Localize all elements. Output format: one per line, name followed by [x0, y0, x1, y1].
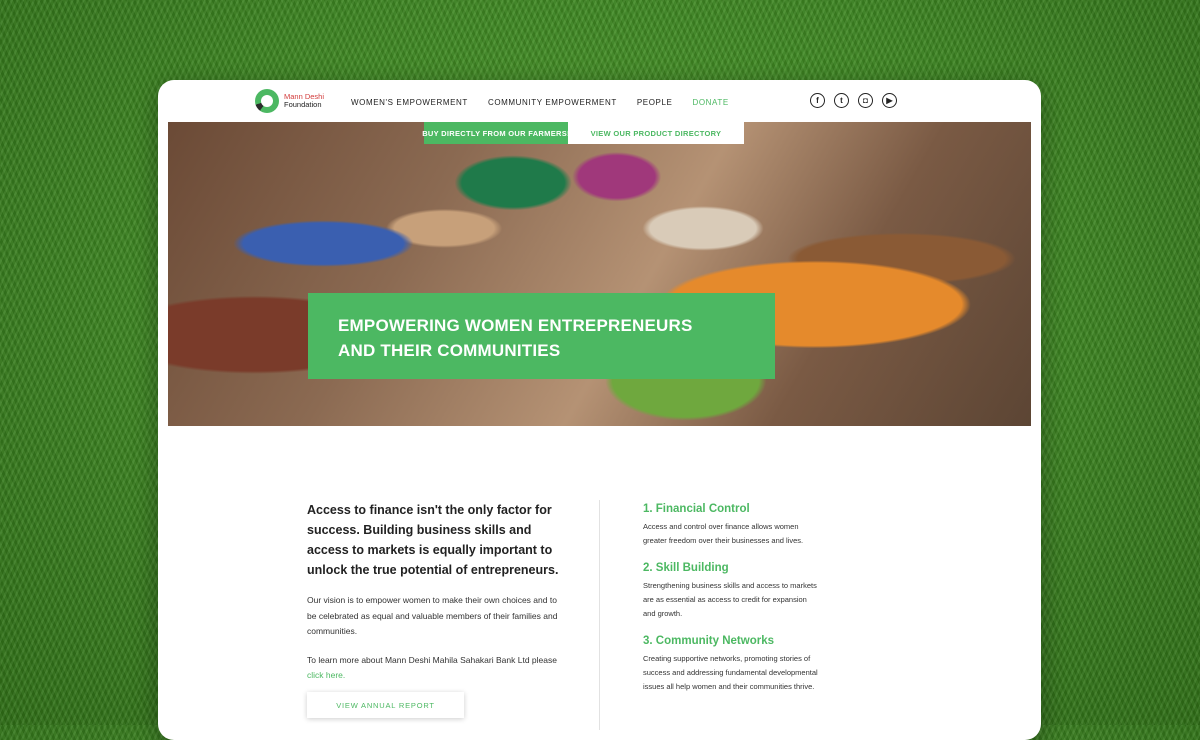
main-content: Access to finance isn't the only factor … [158, 426, 1041, 740]
nav-item-womens-empowerment[interactable]: WOMEN'S EMPOWERMENT [351, 98, 468, 107]
annual-report-button[interactable]: VIEW ANNUAL REPORT [307, 692, 464, 718]
pillar-text-skill-building: Strengthening business skills and access… [643, 581, 817, 618]
hero-headline-line2: AND THEIR COMMUNITIES [338, 341, 561, 360]
hero-headline: EMPOWERING WOMEN ENTREPRENEURS AND THEIR… [308, 293, 775, 379]
intro-column: Access to finance isn't the only factor … [307, 500, 567, 684]
nav-item-people[interactable]: PEOPLE [637, 98, 673, 107]
hero-headline-line1: EMPOWERING WOMEN ENTREPRENEURS [338, 316, 693, 335]
pillars-column: 1. Financial Control Access and control … [643, 502, 821, 707]
logo-icon [255, 89, 279, 113]
instagram-icon[interactable]: ◘ [858, 93, 873, 108]
nav-item-donate[interactable]: DONATE [692, 98, 728, 107]
product-directory-button[interactable]: VIEW OUR PRODUCT DIRECTORY [568, 122, 744, 144]
bank-note-text: To learn more about Mann Deshi Mahila Sa… [307, 654, 557, 665]
pillar-title-community-networks: 3. Community Networks [643, 635, 774, 647]
pillar-title-financial-control: 1. Financial Control [643, 503, 750, 515]
youtube-icon[interactable]: ▶ [882, 93, 897, 108]
hero-banner: BUY DIRECTLY FROM OUR FARMERS! VIEW OUR … [168, 122, 1031, 426]
hero-tabs: BUY DIRECTLY FROM OUR FARMERS! VIEW OUR … [422, 122, 744, 144]
site-logo[interactable]: Mann Deshi Foundation [255, 89, 324, 113]
intro-vision: Our vision is to empower women to make t… [307, 595, 558, 636]
pillar-text-community-networks: Creating supportive networks, promoting … [643, 654, 818, 691]
facebook-icon[interactable]: f [810, 93, 825, 108]
social-links: f t ◘ ▶ [810, 93, 906, 108]
twitter-icon[interactable]: t [834, 93, 849, 108]
intro-bank-note: To learn more about Mann Deshi Mahila Sa… [307, 653, 567, 684]
logo-text: Mann Deshi Foundation [284, 93, 324, 109]
column-divider [599, 500, 600, 730]
browser-frame: Mann Deshi Foundation WOMEN'S EMPOWERMEN… [158, 80, 1041, 740]
pillar-text-financial-control: Access and control over finance allows w… [643, 522, 804, 545]
nav-item-community-empowerment[interactable]: COMMUNITY EMPOWERMENT [488, 98, 617, 107]
main-menu: WOMEN'S EMPOWERMENT COMMUNITY EMPOWERMEN… [351, 98, 749, 107]
buy-from-farmers-button[interactable]: BUY DIRECTLY FROM OUR FARMERS! [422, 122, 570, 144]
intro-lead: Access to finance isn't the only factor … [307, 503, 559, 577]
click-here-link[interactable]: click here. [307, 670, 345, 680]
logo-line2: Foundation [284, 100, 322, 109]
top-nav: Mann Deshi Foundation WOMEN'S EMPOWERMEN… [158, 80, 1041, 124]
pillar-title-skill-building: 2. Skill Building [643, 562, 729, 574]
